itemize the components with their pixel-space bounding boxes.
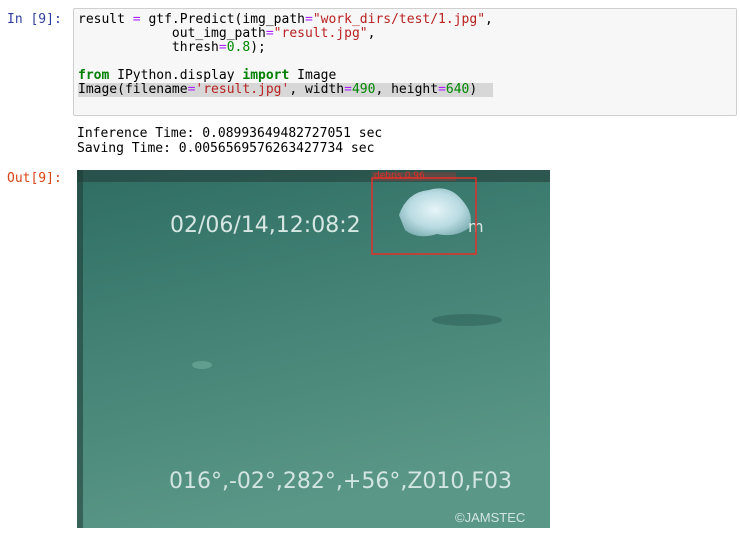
code-token: =: [438, 82, 446, 97]
seafloor-shadow: [432, 314, 502, 326]
code-token: "work_dirs/test/1.jpg": [312, 12, 486, 27]
code-token: "result.jpg": [273, 26, 368, 41]
code-token: ): [469, 82, 478, 97]
code-token: result: [78, 12, 133, 27]
detection-label: debris,0.96: [374, 171, 425, 181]
jamstec-watermark: ©JAMSTEC: [455, 510, 525, 525]
stdout-output: Inference Time: 0.08993649482727051 sec S…: [77, 126, 382, 156]
code-token: Image(filename: [78, 82, 188, 97]
result-image: 02/06/14,12:08:2 m debris,0.96 016°,-02°…: [77, 170, 550, 528]
code-line[interactable]: thresh=0.8);: [78, 41, 493, 55]
code-input-area[interactable]: result = gtf.Predict(img_path="work_dirs…: [73, 8, 737, 116]
seafloor-speck: [192, 361, 212, 369]
coords-overlay: 016°,-02°,282°,+56°,Z010,F03: [169, 469, 512, 494]
code-token: 'result.jpg': [195, 82, 290, 97]
top-dark-band: [77, 170, 550, 182]
timestamp-overlay: 02/06/14,12:08:2: [170, 213, 361, 238]
code-token: ,: [485, 12, 493, 27]
code-line[interactable]: Image(filename='result.jpg', width=490, …: [78, 83, 493, 97]
code-token: =: [132, 12, 141, 27]
code-token: ,: [367, 26, 376, 41]
output-prompt: Out[9]:: [7, 171, 62, 186]
underwater-frame: 02/06/14,12:08:2 m debris,0.96 016°,-02°…: [77, 170, 550, 528]
code-token: 0.8: [226, 40, 251, 55]
code-line[interactable]: [78, 55, 493, 69]
stdout-line: Inference Time: 0.08993649482727051 sec: [77, 126, 383, 141]
left-dark-band: [77, 170, 83, 528]
code-line[interactable]: result = gtf.Predict(img_path="work_dirs…: [78, 13, 493, 27]
code-editor[interactable]: result = gtf.Predict(img_path="work_dirs…: [78, 13, 493, 97]
code-token: =: [218, 40, 227, 55]
code-token: thresh: [78, 40, 219, 55]
code-token: =: [344, 82, 352, 97]
code-token: Image: [289, 68, 337, 83]
code-line[interactable]: out_img_path="result.jpg",: [78, 27, 493, 41]
code-token: gtf.Predict(img_path: [140, 12, 305, 27]
code-token: import: [242, 68, 290, 83]
code-token: from: [78, 68, 110, 83]
code-token: 640: [445, 82, 470, 97]
code-token: IPython.display: [109, 68, 243, 83]
code-token: =: [265, 26, 274, 41]
code-token: , width: [289, 82, 345, 97]
stdout-line: Saving Time: 0.0056569576263427734 sec: [77, 141, 375, 156]
code-token: );: [250, 40, 266, 55]
notebook-page: { "cell": { "in_prompt": "In [9]:", "out…: [0, 0, 740, 540]
code-token: =: [305, 12, 313, 27]
code-token: out_img_path: [78, 26, 266, 41]
code-token: 490: [351, 82, 376, 97]
input-prompt: In [9]:: [7, 12, 62, 27]
code-line[interactable]: from IPython.display import Image: [78, 69, 493, 83]
code-token: , height: [375, 82, 439, 97]
